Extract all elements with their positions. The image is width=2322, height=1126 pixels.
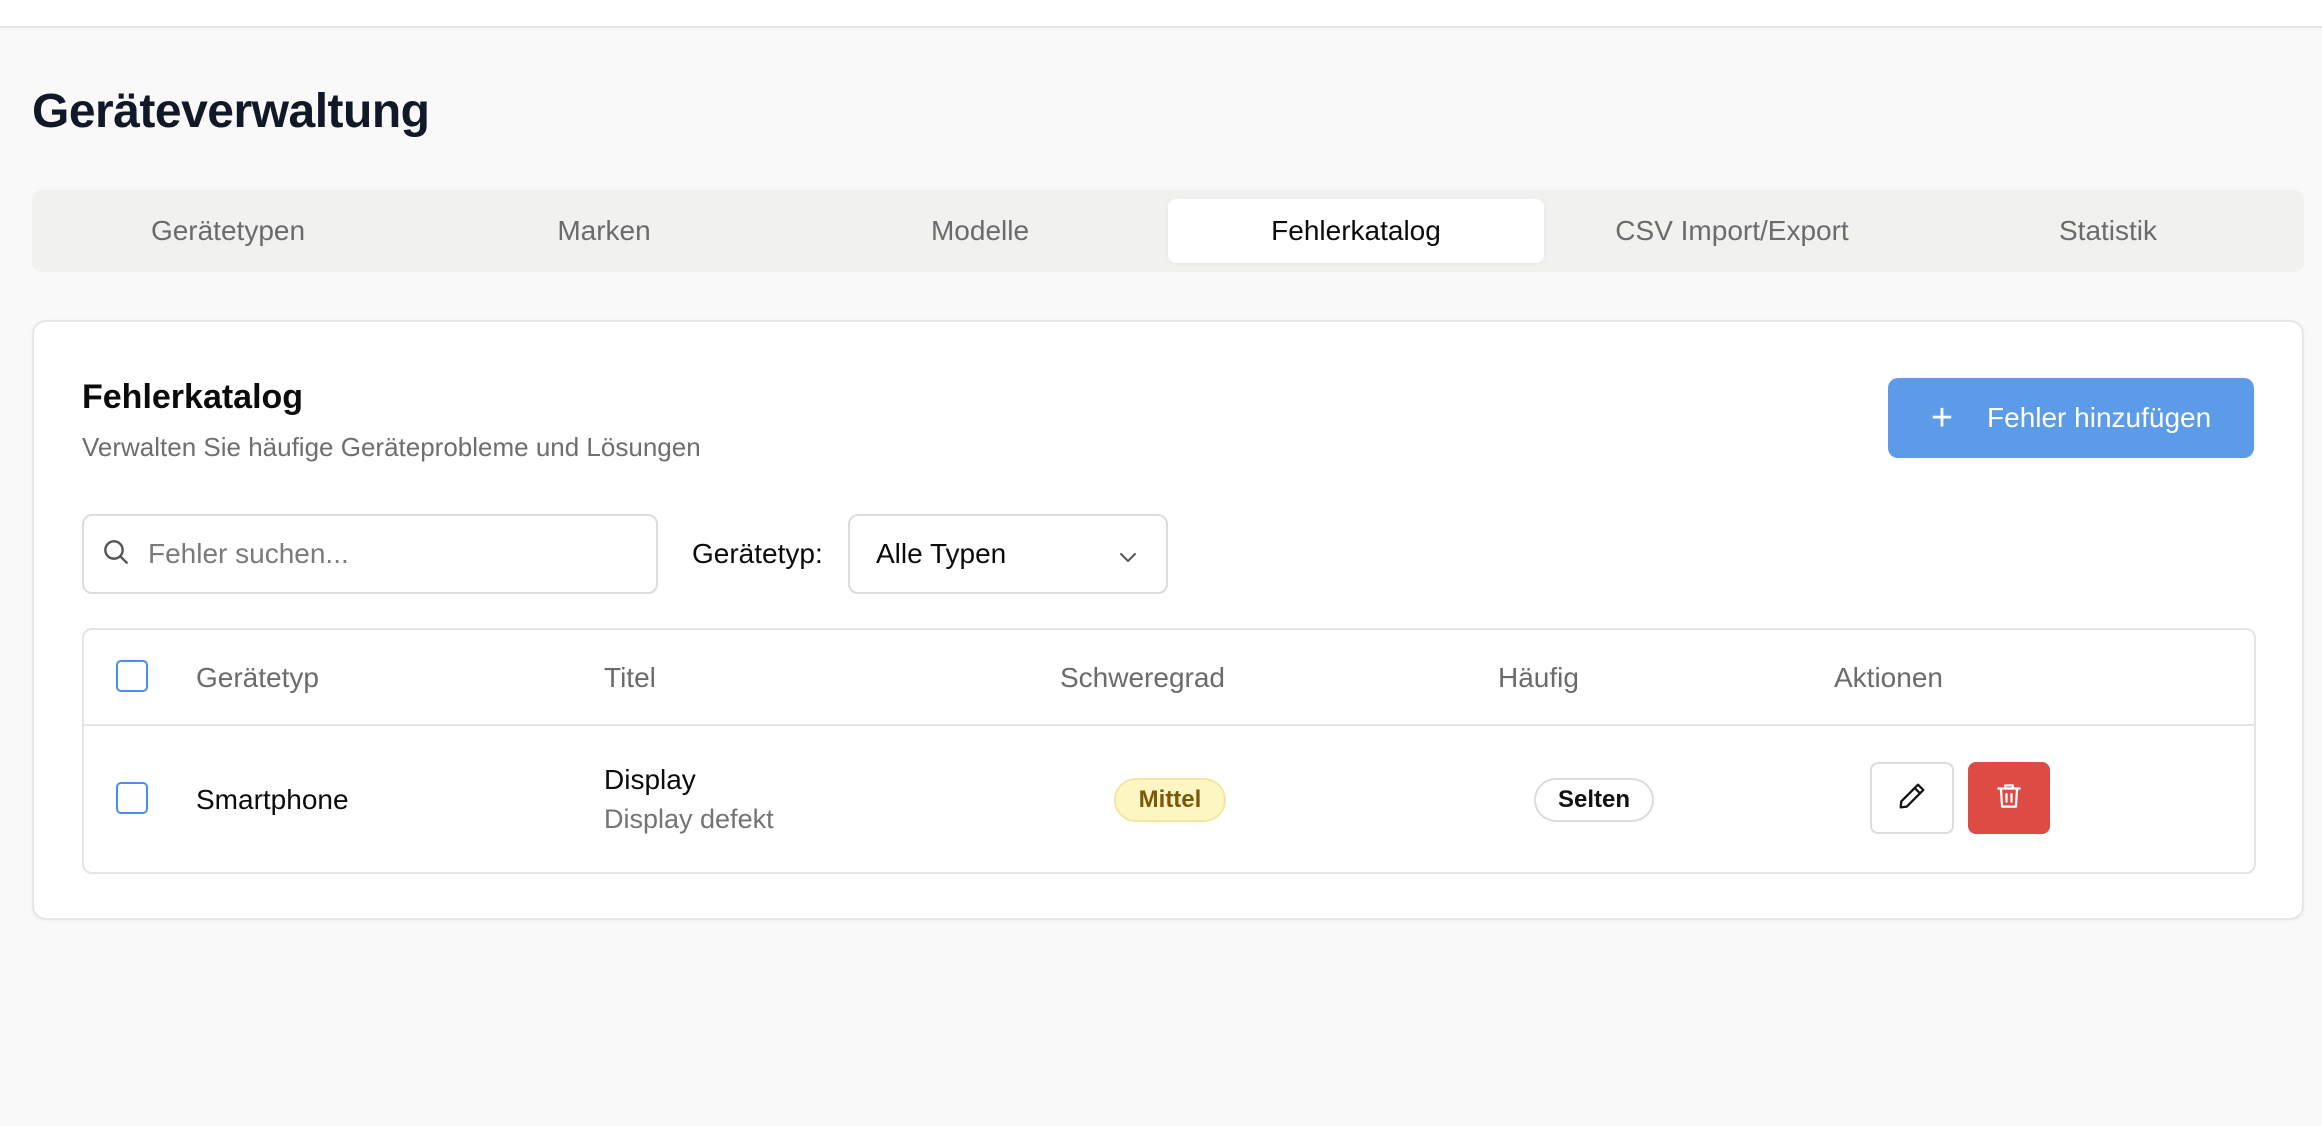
add-error-button[interactable]: + Fehler hinzufügen (1888, 378, 2254, 458)
plus-icon: + (1930, 397, 1954, 439)
column-header-geraetetyp[interactable]: Gerätetyp (196, 662, 319, 694)
add-error-button-label: Fehler hinzufügen (1987, 402, 2212, 433)
edit-icon (1896, 780, 1928, 817)
column-header-schweregrad[interactable]: Schweregrad (1060, 662, 1225, 694)
search-icon (100, 536, 132, 573)
delete-button[interactable] (1968, 762, 2050, 834)
card-title: Fehlerkatalog (82, 378, 304, 416)
column-header-aktionen: Aktionen (1834, 662, 1943, 693)
table-header: Gerätetyp Titel Schweregrad Häufig Aktio… (84, 630, 2254, 726)
frequency-badge: Selten (1534, 778, 1654, 822)
error-table: Gerätetyp Titel Schweregrad Häufig Aktio… (82, 628, 2256, 874)
tab-bar: Gerätetypen Marken Modelle Fehlerkatalog… (32, 190, 2304, 272)
edit-button[interactable] (1870, 762, 1954, 834)
page-title: Geräteverwaltung (32, 85, 430, 138)
select-all-checkbox[interactable] (116, 660, 148, 692)
table-row: Smartphone Display Display defekt Mittel… (84, 726, 2254, 872)
tab-statistik[interactable]: Statistik (1920, 199, 2296, 263)
column-header-titel[interactable]: Titel (604, 662, 656, 694)
row-title: Display (604, 764, 696, 795)
row-checkbox[interactable] (116, 782, 148, 814)
chevron-down-icon (1116, 544, 1140, 576)
trash-icon (1994, 781, 2024, 816)
search-input[interactable] (148, 528, 638, 580)
column-header-haeufig[interactable]: Häufig (1498, 662, 1579, 694)
card-subtitle: Verwalten Sie häufige Geräteprobleme und… (82, 432, 701, 462)
row-device-type: Smartphone (196, 784, 349, 815)
tab-marken[interactable]: Marken (416, 199, 792, 263)
top-bar (0, 0, 2322, 28)
tab-modelle[interactable]: Modelle (792, 199, 1168, 263)
severity-badge: Mittel (1114, 778, 1226, 822)
error-catalog-card: Fehlerkatalog Verwalten Sie häufige Gerä… (32, 320, 2304, 920)
row-description: Display defekt (604, 804, 774, 834)
tab-fehlerkatalog[interactable]: Fehlerkatalog (1168, 199, 1544, 263)
device-type-select[interactable]: Alle Typen (848, 514, 1168, 594)
device-type-select-value: Alle Typen (876, 538, 1007, 569)
tab-geraetetypen[interactable]: Gerätetypen (40, 199, 416, 263)
search-box (82, 514, 658, 594)
device-type-filter-label: Gerätetyp: (692, 538, 823, 569)
tab-csv-import-export[interactable]: CSV Import/Export (1544, 199, 1920, 263)
